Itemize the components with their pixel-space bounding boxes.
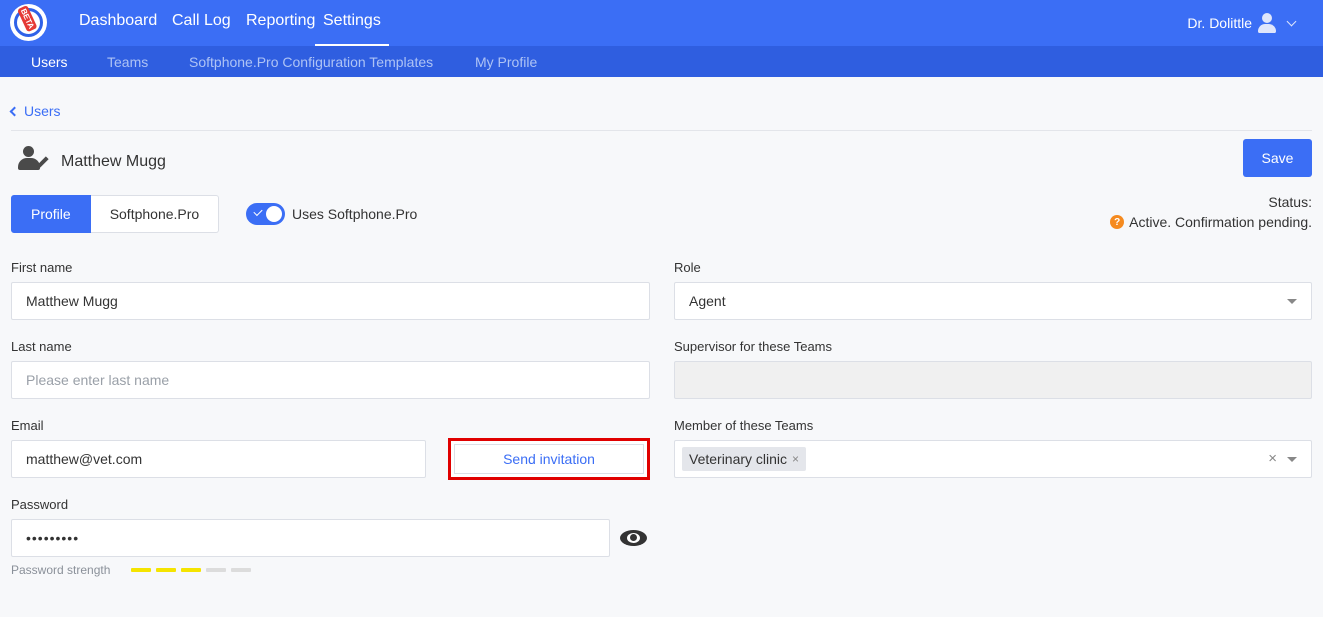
- caret-down-icon: [1287, 457, 1297, 462]
- password-strength-segment: [131, 568, 151, 572]
- supervisor-teams-label: Supervisor for these Teams: [674, 339, 832, 354]
- chevron-down-icon: [1286, 16, 1297, 26]
- member-teams-label: Member of these Teams: [674, 418, 814, 433]
- clear-icon[interactable]: ×: [1268, 450, 1277, 467]
- status-value: ? Active. Confirmation pending.: [1110, 214, 1312, 230]
- last-name-input[interactable]: [11, 361, 650, 399]
- first-name-input[interactable]: [11, 282, 650, 320]
- password-input[interactable]: [11, 519, 610, 557]
- password-strength-segment: [206, 568, 226, 572]
- caret-down-icon: [1287, 299, 1297, 304]
- first-name-label: First name: [11, 260, 73, 275]
- top-navbar: BETA Dashboard Call Log Reporting Settin…: [0, 0, 1323, 46]
- tab-softphone-pro[interactable]: Softphone.Pro: [90, 195, 220, 233]
- save-button[interactable]: Save: [1243, 139, 1312, 177]
- nav-dashboard[interactable]: Dashboard: [79, 12, 157, 46]
- divider: [11, 130, 1312, 131]
- last-name-label: Last name: [11, 339, 72, 354]
- password-strength-segment: [231, 568, 251, 572]
- status-text: Active. Confirmation pending.: [1129, 214, 1312, 230]
- tab-profile[interactable]: Profile: [11, 195, 91, 233]
- uses-softphone-toggle[interactable]: [246, 203, 285, 225]
- tag-remove-icon[interactable]: ×: [792, 452, 799, 466]
- nav-call-log[interactable]: Call Log: [172, 12, 231, 46]
- password-strength-segment: [181, 568, 201, 572]
- sub-navbar: Users Teams Softphone.Pro Configuration …: [0, 46, 1323, 77]
- eye-icon[interactable]: [620, 528, 648, 548]
- password-strength-segment: [156, 568, 176, 572]
- role-select[interactable]: Agent: [674, 282, 1312, 320]
- password-label: Password: [11, 497, 69, 512]
- member-teams-select[interactable]: Veterinary clinic × ×: [674, 440, 1312, 478]
- nav-settings[interactable]: Settings: [315, 12, 389, 46]
- status-label: Status:: [1268, 194, 1312, 210]
- role-value: Agent: [689, 293, 726, 309]
- role-label: Role: [674, 260, 701, 275]
- supervisor-teams-select: [674, 361, 1312, 399]
- user-menu[interactable]: Dr. Dolittle: [1187, 13, 1297, 33]
- user-icon: [1258, 13, 1276, 33]
- email-label: Email: [11, 418, 44, 433]
- password-strength-label: Password strength: [11, 563, 111, 577]
- chevron-left-icon: [9, 106, 20, 116]
- check-icon: [253, 206, 263, 217]
- subnav-config-templates[interactable]: Softphone.Pro Configuration Templates: [189, 54, 433, 70]
- send-invitation-button[interactable]: Send invitation: [448, 438, 650, 480]
- breadcrumb-label: Users: [24, 103, 61, 119]
- subnav-my-profile[interactable]: My Profile: [475, 54, 537, 70]
- toggle-knob: [266, 206, 282, 222]
- toggle-label: Uses Softphone.Pro: [292, 206, 418, 222]
- profile-tabs: Profile Softphone.Pro: [11, 195, 220, 233]
- user-name: Dr. Dolittle: [1187, 15, 1252, 31]
- email-input[interactable]: [11, 440, 426, 478]
- team-tag: Veterinary clinic ×: [682, 447, 807, 471]
- page-title: Matthew Mugg: [61, 153, 166, 170]
- subnav-teams[interactable]: Teams: [107, 54, 148, 70]
- question-circle-icon[interactable]: ?: [1110, 215, 1125, 229]
- team-tag-label: Veterinary clinic: [689, 451, 788, 467]
- app-logo[interactable]: BETA: [10, 4, 47, 41]
- send-invitation-label: Send invitation: [454, 444, 644, 474]
- user-edit-icon: [18, 146, 50, 172]
- nav-reporting[interactable]: Reporting: [246, 12, 315, 46]
- breadcrumb-back[interactable]: Users: [9, 103, 61, 119]
- subnav-users[interactable]: Users: [31, 54, 68, 70]
